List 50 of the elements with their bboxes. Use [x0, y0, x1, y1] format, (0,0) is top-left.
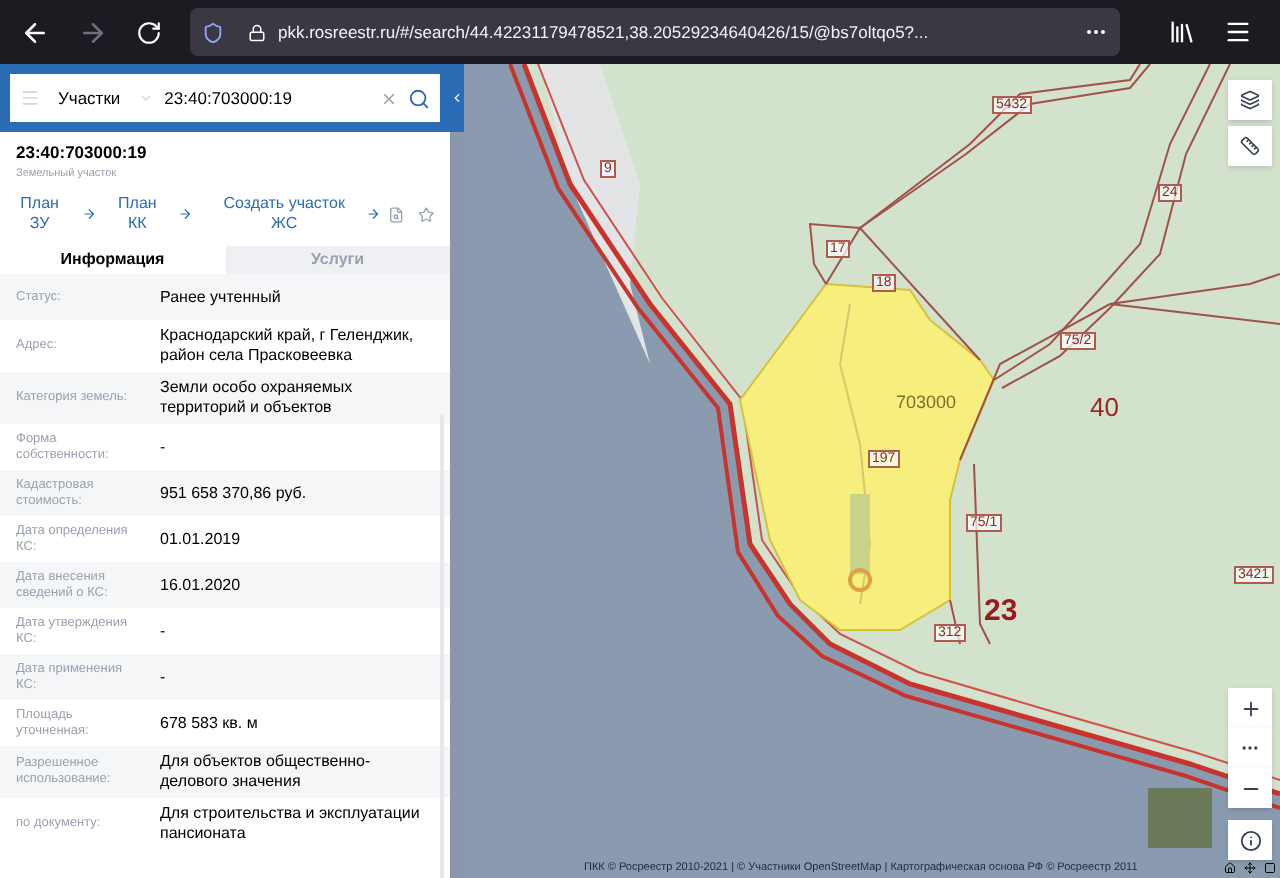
zoom-in-button[interactable] [1228, 688, 1272, 728]
clear-icon[interactable] [380, 89, 398, 107]
field-value: 678 583 кв. м [160, 713, 258, 733]
field-value: Земли особо охраняемых территорий и объектов [160, 378, 355, 418]
back-button[interactable] [20, 17, 50, 47]
field-value: 01.01.2019 [160, 529, 241, 549]
fullscreen-icon[interactable] [1264, 861, 1276, 874]
ruler-button[interactable] [1228, 126, 1272, 166]
lock-icon [248, 23, 266, 41]
star-icon[interactable] [417, 205, 434, 223]
plus-icon [1239, 697, 1261, 719]
field-value: - [160, 667, 166, 687]
field-value: 951 658 370,86 руб. [160, 483, 307, 503]
card-title: 23:40:703000:19 [16, 140, 149, 166]
layers-button[interactable] [1228, 80, 1272, 120]
move-icon[interactable] [1244, 861, 1256, 874]
arrow-icon [178, 206, 194, 222]
map-label: 23 [984, 596, 1018, 626]
plan-link[interactable]: Создать участок ЖС [211, 194, 357, 234]
home-icon[interactable] [1224, 861, 1236, 874]
map-label: 703000 [896, 394, 957, 412]
arrow-icon [366, 206, 382, 222]
shield-icon [202, 21, 224, 43]
address-bar[interactable]: pkk.rosreestr.ru/#/search/44.42231179478521,38.20529234640426/15/@bs7oltqo5?... [190, 8, 1120, 56]
arrow-icon [81, 206, 96, 222]
reload-button[interactable] [136, 19, 162, 45]
menu-icon[interactable] [1224, 18, 1252, 46]
layers-icon [1240, 90, 1260, 110]
field-value: Для строительства и эксплуатации пансионата [160, 804, 422, 844]
ruler-icon [1240, 136, 1260, 156]
field-value: Для объектов общественно-делового значения [160, 752, 373, 792]
map-label: 40 [1090, 394, 1119, 420]
info-button[interactable] [1228, 820, 1272, 860]
field-value: Краснодарский край, г Геленджик, район села Прасковеевка [160, 326, 416, 366]
url-text: pkk.rosreestr.ru/#/search/44.42231179478521,38.20529234640426/15/@bs7oltqo5?... [278, 19, 929, 45]
basemap-thumbnail[interactable] [1148, 788, 1212, 848]
info-icon [1239, 829, 1261, 851]
field-value: - [160, 437, 166, 457]
layer-selector[interactable]: Участки [58, 85, 121, 111]
field-value: - [160, 621, 166, 641]
plan-link[interactable]: План ЗУ [16, 194, 64, 234]
field-value: Ранее учтенный [160, 287, 281, 307]
plan-link[interactable]: План КК [113, 194, 161, 234]
document-search-icon[interactable] [387, 205, 404, 223]
search-value: 23:40:703000:19 [164, 85, 292, 111]
field-value: 16.01.2020 [160, 575, 241, 595]
library-icon[interactable] [1168, 18, 1196, 46]
search-icon[interactable] [408, 87, 430, 109]
search-field[interactable]: Участки 23:40:703000:19 [10, 74, 440, 122]
chevron-left-icon [450, 90, 464, 106]
